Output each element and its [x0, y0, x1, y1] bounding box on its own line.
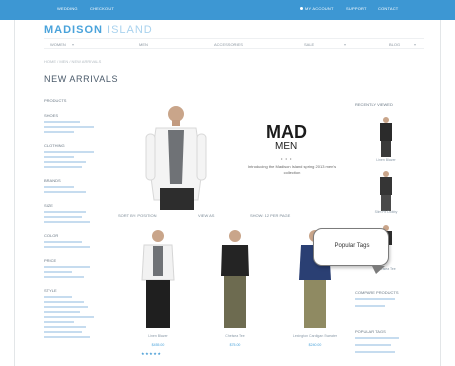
sidebar-group-heading: BRANDS	[44, 178, 61, 183]
user-icon	[300, 7, 303, 11]
sidebar-group-heading: PRODUCTS	[44, 98, 67, 103]
callout-text: Popular Tags	[334, 243, 370, 249]
filter-women[interactable]: WOMEN	[50, 42, 66, 47]
hero-subhead: MEN	[275, 141, 298, 152]
sidebar-group-heading: CLOTHING	[44, 143, 65, 148]
product-price: $455.00	[151, 343, 165, 347]
sidebar-filter-link[interactable]	[44, 211, 86, 213]
hero-tagline: Introducing the Madison Island spring 20…	[247, 164, 337, 175]
recently-viewed-heading: RECENTLY VIEWED	[355, 102, 393, 107]
sidebar-filter-link[interactable]	[44, 331, 82, 333]
breadcrumb[interactable]: HOME / MEN / NEW ARRIVALS	[44, 59, 101, 64]
product-image	[221, 230, 249, 328]
recent-item-caption[interactable]: Chelsea Tee	[355, 267, 417, 271]
sidebar-filter-link[interactable]	[44, 296, 72, 298]
sort-select[interactable]: SORT BY: POSITION	[118, 213, 157, 218]
sidebar-group-heading: SIZE	[44, 203, 53, 208]
product-name[interactable]: Chelsea Tee	[203, 334, 267, 338]
product-price: $75.00	[229, 343, 241, 347]
sidebar-filter-link[interactable]	[44, 166, 82, 168]
store-logo[interactable]: MADISON ISLAND	[44, 24, 153, 36]
left-sidebar: PRODUCTS SHOES CLOTHING BRANDS SIZE COLOR PRIC…	[44, 98, 104, 348]
sidebar-filter-link[interactable]	[44, 326, 86, 328]
sidebar-filter-link[interactable]	[44, 121, 80, 123]
sidebar-link[interactable]	[355, 351, 395, 353]
sidebar-filter-link[interactable]	[44, 336, 90, 338]
product-card[interactable]: Chelsea Tee $75.00	[213, 228, 257, 347]
right-sidebar: RECENTLY VIEWED Linen Blazer Slim Fit Do…	[355, 102, 417, 353]
sidebar-link[interactable]	[355, 337, 399, 339]
sidebar-filter-group: CLOTHING	[44, 143, 104, 168]
sidebar-filter-link[interactable]	[44, 156, 74, 158]
chevron-down-icon: ▾	[344, 42, 347, 47]
sidebar-link[interactable]	[355, 305, 385, 307]
category-filter-bar: WOMEN ▾ MEN ACCESSORIES SALE ▾ BLOG ▾	[44, 38, 424, 49]
recent-item-caption[interactable]: Slim Fit Dobby	[355, 210, 417, 214]
sidebar-filter-link[interactable]	[44, 276, 84, 278]
sidebar-group-heading: SHOES	[44, 113, 59, 118]
sidebar-filter-link[interactable]	[44, 241, 82, 243]
sidebar-filter-group: PRICE	[44, 258, 104, 278]
sidebar-filter-link[interactable]	[44, 221, 90, 223]
recent-item-caption[interactable]: Linen Blazer	[355, 158, 417, 162]
sidebar-filter-link[interactable]	[44, 186, 74, 188]
product-image	[141, 230, 175, 328]
sidebar-group-heading: PRICE	[44, 258, 57, 263]
topbar-link-contact[interactable]: CONTACT	[378, 6, 398, 11]
sidebar-group-heading: STYLE	[44, 288, 57, 293]
sidebar-filter-link[interactable]	[44, 321, 74, 323]
filter-men[interactable]: MEN	[139, 42, 148, 47]
view-mode-toggle[interactable]: VIEW AS	[198, 213, 214, 218]
sidebar-filter-link[interactable]	[44, 306, 88, 308]
hero-divider: • • •	[281, 156, 293, 161]
product-card[interactable]: Linen Blazer $455.00	[136, 228, 180, 347]
topbar-link-account[interactable]: MY ACCOUNT	[300, 6, 334, 11]
sidebar-filter-link[interactable]	[44, 126, 94, 128]
sidebar-link[interactable]	[355, 298, 395, 300]
logo-brand: MADISON	[44, 24, 103, 36]
topbar-link-checkout[interactable]: CHECKOUT	[90, 6, 114, 11]
sidebar-filter-link[interactable]	[44, 316, 94, 318]
chevron-down-icon: ▾	[414, 42, 417, 47]
page-title: NEW ARRIVALS	[44, 74, 119, 84]
product-name[interactable]: Linen Blazer	[126, 334, 190, 338]
topbar-link-wedding[interactable]: WEDDING	[57, 6, 78, 11]
sidebar-filter-link[interactable]	[44, 311, 80, 313]
sidebar-filter-link[interactable]	[44, 161, 86, 163]
sidebar-filter-group: STYLE	[44, 288, 104, 338]
sidebar-filter-link[interactable]	[44, 246, 90, 248]
sidebar-link[interactable]	[355, 344, 391, 346]
filter-accessories[interactable]: ACCESSORIES	[214, 42, 243, 47]
hero-model-image	[145, 106, 207, 210]
sidebar-group-heading: COLOR	[44, 233, 59, 238]
sidebar-filter-link[interactable]	[44, 131, 74, 133]
sidebar-filter-group: BRANDS	[44, 178, 104, 193]
compare-products-heading: COMPARE PRODUCTS	[355, 290, 399, 295]
sidebar-filter-group: SHOES	[44, 113, 104, 133]
product-name[interactable]: Lexington Cardigan Sweater	[283, 334, 347, 338]
sidebar-filter-group: PRODUCTS	[44, 98, 104, 103]
sidebar-filter-group: COLOR	[44, 233, 104, 248]
limiter-select[interactable]: SHOW: 12 PER PAGE	[250, 213, 290, 218]
callout-popular-tags: Popular Tags	[313, 228, 389, 274]
filter-sale[interactable]: SALE	[304, 42, 314, 47]
hero-banner[interactable]: MAD MEN • • • Introducing the Madison Is…	[116, 100, 344, 210]
top-navigation-bar: WEDDING CHECKOUT MY ACCOUNT SUPPORT CONT…	[0, 0, 455, 20]
chevron-down-icon: ▾	[72, 42, 75, 47]
sidebar-filter-link[interactable]	[44, 191, 86, 193]
sidebar-filter-link[interactable]	[44, 151, 94, 153]
topbar-link-support[interactable]: SUPPORT	[346, 6, 367, 11]
filter-blog[interactable]: BLOG	[389, 42, 400, 47]
toolbar-sort: SORT BY: POSITION VIEW AS SHOW: 12 PER P…	[116, 211, 344, 221]
rating-stars: ★★★★★	[141, 351, 162, 356]
sidebar-filter-link[interactable]	[44, 271, 72, 273]
logo-suffix: ISLAND	[107, 24, 153, 36]
popular-tags-heading: POPULAR TAGS	[355, 329, 386, 334]
hero-headline: MAD	[266, 122, 307, 142]
sidebar-filter-link[interactable]	[44, 216, 82, 218]
product-price: $240.00	[308, 343, 322, 347]
sidebar-filter-link[interactable]	[44, 266, 90, 268]
sidebar-filter-link[interactable]	[44, 301, 84, 303]
sidebar-filter-group: SIZE	[44, 203, 104, 223]
